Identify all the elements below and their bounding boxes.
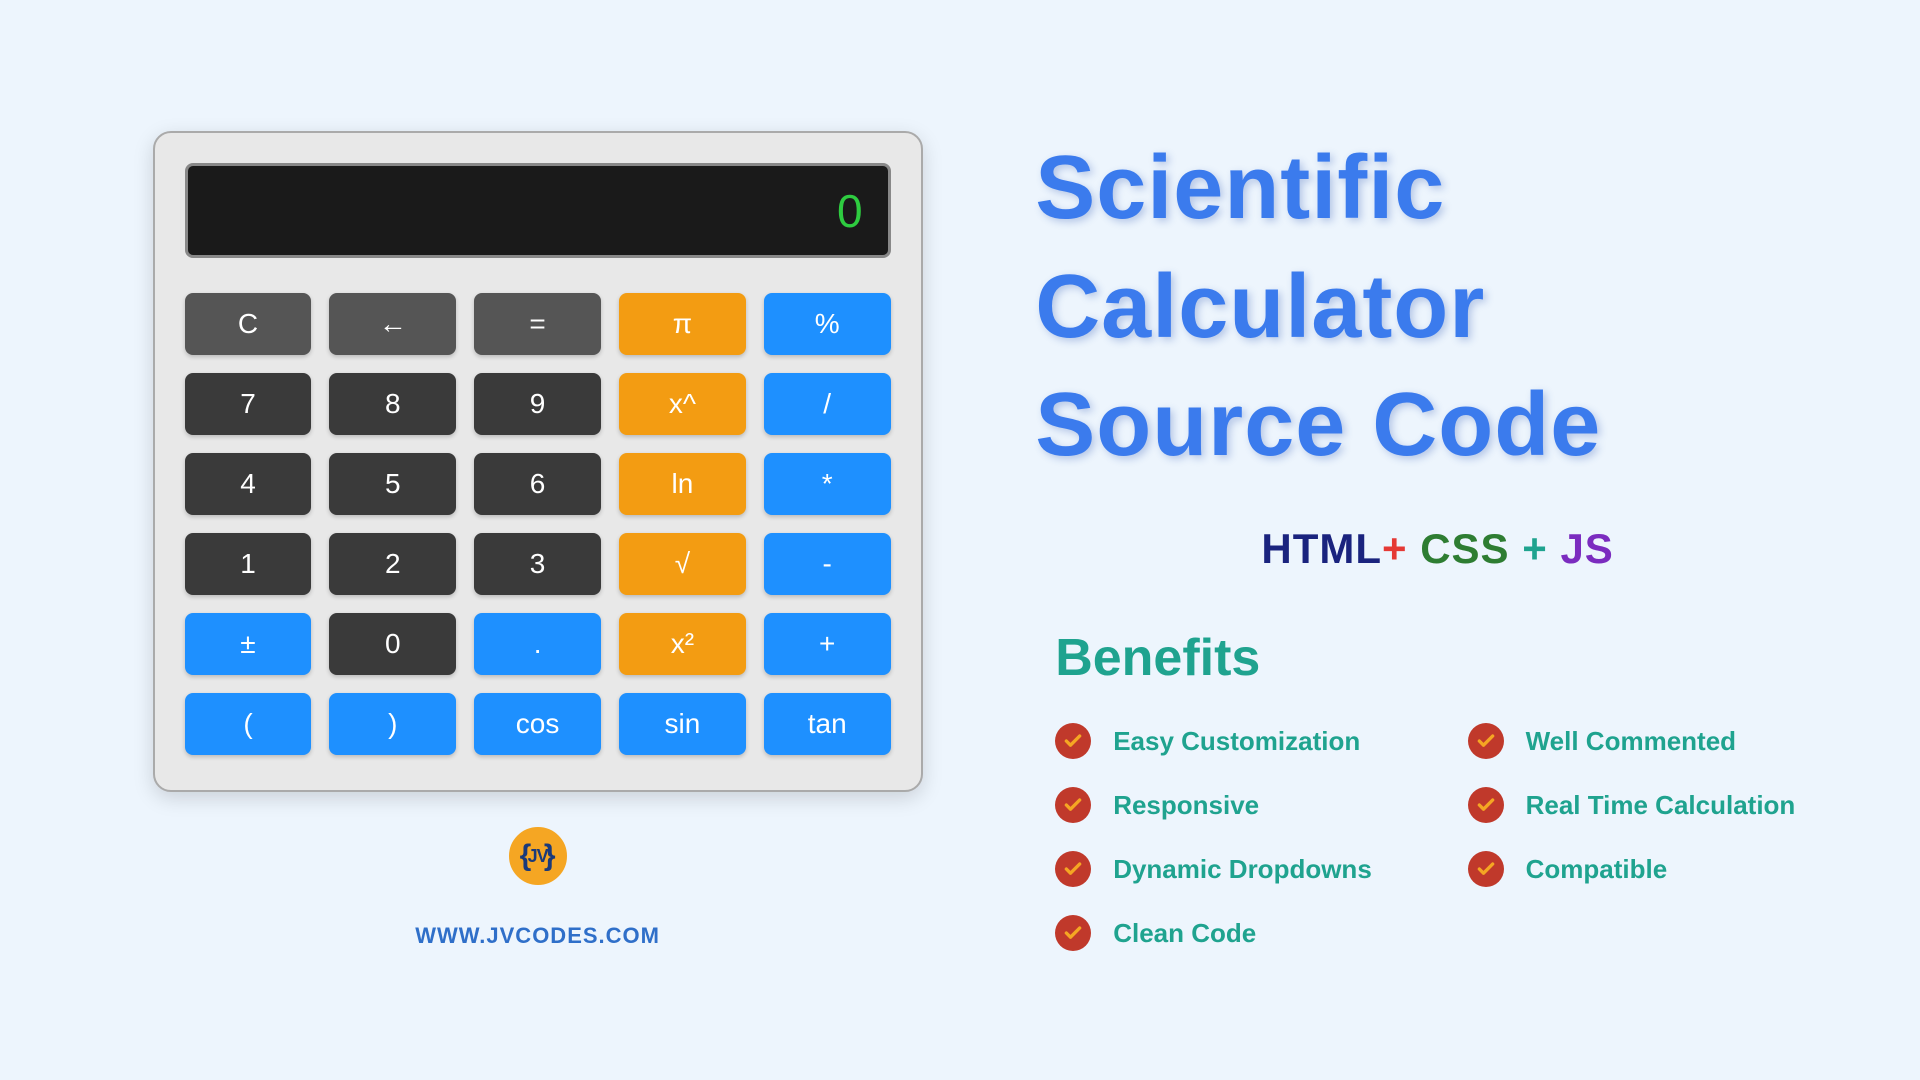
- key-[interactable]: *: [764, 453, 891, 515]
- check-icon: [1055, 915, 1091, 951]
- benefit-text: Well Commented: [1526, 726, 1736, 757]
- key-[interactable]: =: [474, 293, 601, 355]
- key-8[interactable]: 8: [329, 373, 456, 435]
- page-container: 0 C ← = π% 789 x^ / 456 ln * 123 √- ±0. x² + () cossinta…: [0, 0, 1920, 1080]
- benefit-text: Responsive: [1113, 790, 1259, 821]
- right-column: Scientific Calculator Source Code HTML+ …: [995, 60, 1840, 1020]
- key-cos[interactable]: cos: [474, 693, 601, 755]
- display-value: 0: [837, 184, 863, 238]
- check-icon: [1468, 723, 1504, 759]
- benefits-column-right: Well Commented Real Time Calculation Compa…: [1468, 723, 1840, 951]
- key-sin[interactable]: sin: [619, 693, 746, 755]
- benefits-grid: Easy Customization Responsive Dynamic Drop…: [1055, 723, 1840, 951]
- benefit-text: Easy Customization: [1113, 726, 1360, 757]
- key-[interactable]: ): [329, 693, 456, 755]
- key-6[interactable]: 6: [474, 453, 601, 515]
- key-[interactable]: (: [185, 693, 312, 755]
- key-2[interactable]: 2: [329, 533, 456, 595]
- tech-html: HTML: [1261, 525, 1382, 572]
- key-ln[interactable]: ln: [619, 453, 746, 515]
- key-[interactable]: .: [474, 613, 601, 675]
- key-[interactable]: √: [619, 533, 746, 595]
- check-icon: [1468, 787, 1504, 823]
- tech-js: JS: [1560, 525, 1613, 572]
- benefit-item: Well Commented: [1468, 723, 1840, 759]
- tech-stack: HTML+ CSS + JS: [1035, 525, 1840, 573]
- main-title: Scientific Calculator Source Code: [1035, 129, 1840, 485]
- key-tan[interactable]: tan: [764, 693, 891, 755]
- key-x[interactable]: x²: [619, 613, 746, 675]
- benefits-column-left: Easy Customization Responsive Dynamic Drop…: [1055, 723, 1427, 951]
- website-url: WWW.JVCODES.COM: [415, 923, 660, 949]
- benefits-heading: Benefits: [1055, 628, 1840, 688]
- calculator-keypad: C ← = π% 789 x^ / 456 ln * 123 √- ±0. x² + () cossintan: [185, 293, 891, 755]
- calculator: 0 C ← = π% 789 x^ / 456 ln * 123 √- ±0. x² + () cossinta…: [153, 131, 923, 792]
- check-icon: [1468, 851, 1504, 887]
- key-[interactable]: /: [764, 373, 891, 435]
- benefit-text: Compatible: [1526, 854, 1668, 885]
- benefit-text: Dynamic Dropdowns: [1113, 854, 1372, 885]
- benefit-item: Responsive: [1055, 787, 1427, 823]
- logo-text: JV: [528, 846, 548, 867]
- benefit-item: Dynamic Dropdowns: [1055, 851, 1427, 887]
- check-icon: [1055, 851, 1091, 887]
- key-9[interactable]: 9: [474, 373, 601, 435]
- tech-plus-1: +: [1382, 525, 1420, 572]
- key-C[interactable]: C: [185, 293, 312, 355]
- key-1[interactable]: 1: [185, 533, 312, 595]
- benefit-item: Real Time Calculation: [1468, 787, 1840, 823]
- benefit-text: Clean Code: [1113, 918, 1256, 949]
- jvcodes-logo: JV: [509, 827, 567, 885]
- key-[interactable]: %: [764, 293, 891, 355]
- title-line-3: Source Code: [1035, 366, 1840, 485]
- key-5[interactable]: 5: [329, 453, 456, 515]
- key-[interactable]: ←: [329, 293, 456, 355]
- key-[interactable]: +: [764, 613, 891, 675]
- key-[interactable]: ±: [185, 613, 312, 675]
- benefit-text: Real Time Calculation: [1526, 790, 1796, 821]
- benefit-item: Compatible: [1468, 851, 1840, 887]
- tech-plus-2: +: [1522, 525, 1560, 572]
- calculator-display: 0: [185, 163, 891, 258]
- key-7[interactable]: 7: [185, 373, 312, 435]
- check-icon: [1055, 723, 1091, 759]
- tech-css: CSS: [1420, 525, 1522, 572]
- left-column: 0 C ← = π% 789 x^ / 456 ln * 123 √- ±0. x² + () cossinta…: [80, 60, 995, 1020]
- check-icon: [1055, 787, 1091, 823]
- benefit-item: Easy Customization: [1055, 723, 1427, 759]
- benefit-item: Clean Code: [1055, 915, 1427, 951]
- key-0[interactable]: 0: [329, 613, 456, 675]
- key-[interactable]: π: [619, 293, 746, 355]
- title-line-1: Scientific: [1035, 129, 1840, 248]
- title-line-2: Calculator: [1035, 248, 1840, 367]
- key-4[interactable]: 4: [185, 453, 312, 515]
- key-[interactable]: -: [764, 533, 891, 595]
- key-3[interactable]: 3: [474, 533, 601, 595]
- key-x[interactable]: x^: [619, 373, 746, 435]
